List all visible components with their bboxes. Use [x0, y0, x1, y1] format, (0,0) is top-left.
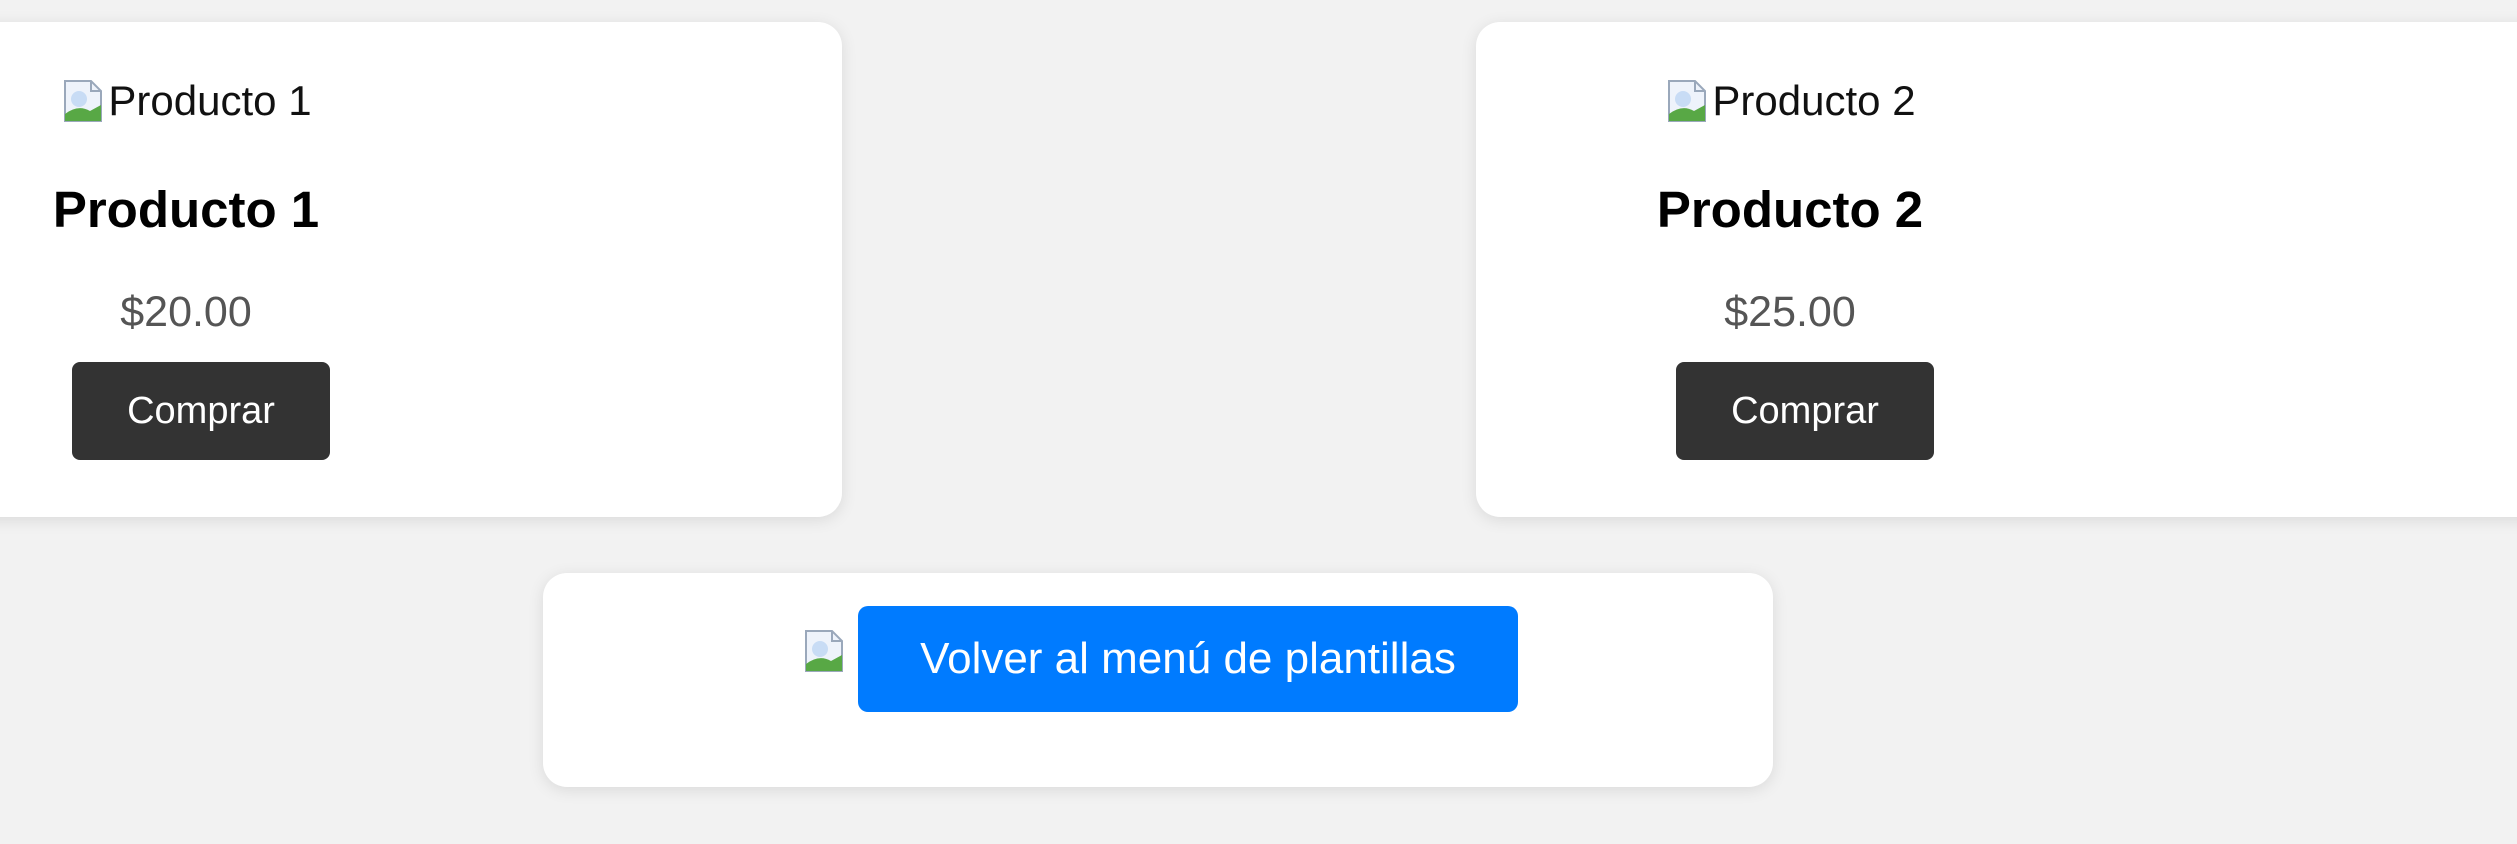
product-card: Producto 1 Producto 1 $20.00 Comprar [0, 22, 842, 517]
back-to-templates-button[interactable]: Volver al menú de plantillas [858, 606, 1518, 712]
product-image: Producto 1 [0, 76, 396, 126]
buy-button[interactable]: Comprar [72, 362, 330, 460]
product-image-alt-text: Producto 2 [1712, 77, 1916, 124]
product-name: Producto 1 [52, 181, 320, 238]
product-price: $25.00 [1724, 288, 1856, 336]
broken-image-icon [1668, 80, 1707, 122]
buy-button[interactable]: Comprar [1676, 362, 1934, 460]
broken-image-icon [805, 630, 843, 672]
product-card: Producto 2 Producto 2 $25.00 Comprar [1476, 22, 2517, 517]
product-image: Producto 2 [1580, 76, 2000, 126]
product-price: $20.00 [120, 288, 252, 336]
footer-card: Volver al menú de plantillas [543, 573, 1773, 787]
product-image-alt-text: Producto 1 [108, 77, 312, 124]
broken-image-icon [64, 80, 103, 122]
product-name: Producto 2 [1656, 181, 1924, 238]
